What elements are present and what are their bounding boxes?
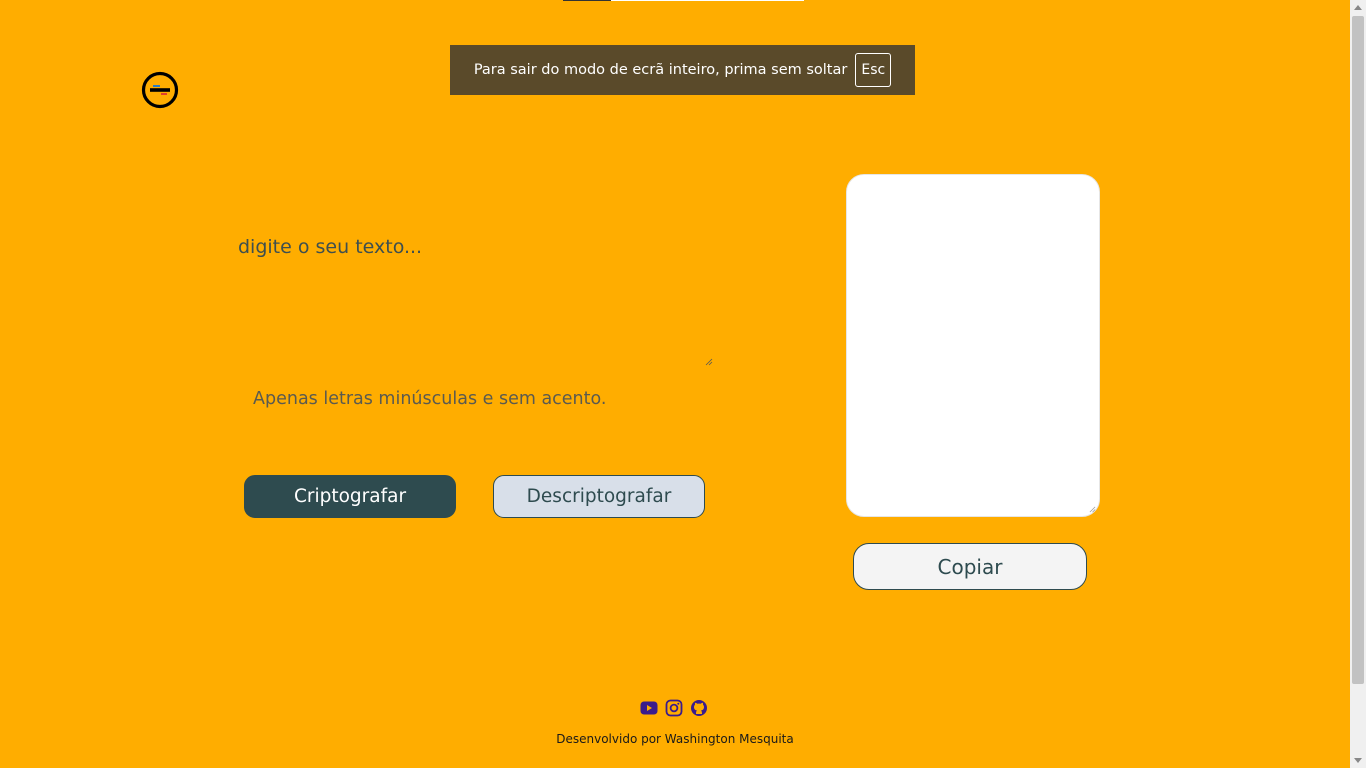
top-strip (563, 0, 804, 1)
fullscreen-notice: Para sair do modo de ecrã inteiro, prima… (450, 45, 915, 95)
footer-credit: Desenvolvido por Washington Mesquita (556, 732, 794, 746)
vertical-scrollbar[interactable] (1350, 0, 1366, 768)
scroll-up-icon[interactable] (1354, 5, 1362, 10)
copy-button-label: Copiar (937, 554, 1003, 579)
social-links (640, 699, 708, 717)
resize-grip-icon[interactable] (705, 358, 713, 366)
encrypt-button-label: Criptografar (293, 486, 407, 507)
youtube-icon[interactable] (640, 699, 658, 717)
output-textarea[interactable] (846, 174, 1100, 517)
esc-key: Esc (855, 53, 892, 87)
logo-icon[interactable] (141, 71, 179, 109)
decrypt-button[interactable]: Descriptografar (493, 475, 705, 518)
scrollbar-thumb[interactable] (1352, 16, 1364, 684)
scroll-down-icon[interactable] (1354, 758, 1362, 763)
fullscreen-notice-message: Para sair do modo de ecrã inteiro, prima… (473, 62, 848, 78)
input-hint: Apenas letras minúsculas e sem acento. (253, 389, 607, 409)
decrypt-button-label: Descriptografar (526, 486, 672, 507)
copy-button[interactable]: Copiar (853, 543, 1087, 590)
instagram-icon[interactable] (665, 699, 683, 717)
resize-grip-icon[interactable] (1089, 506, 1096, 513)
text-input[interactable] (236, 232, 714, 367)
encrypt-button[interactable]: Criptografar (244, 475, 456, 518)
github-icon[interactable] (690, 699, 708, 717)
page: Para sair do modo de ecrã inteiro, prima… (0, 0, 1366, 768)
